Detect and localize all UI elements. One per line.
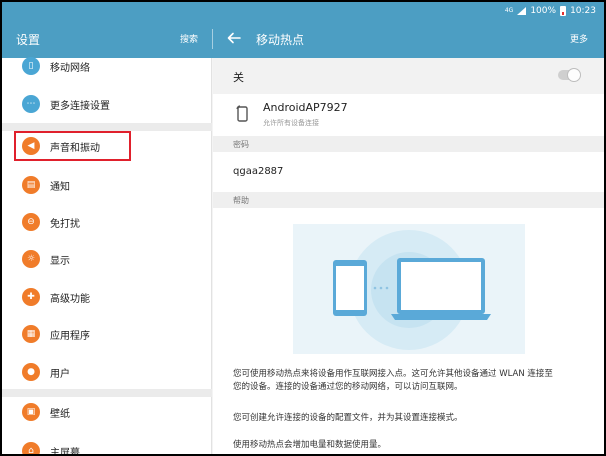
users-icon: ● <box>22 363 40 381</box>
page-title: 设置 <box>16 33 41 47</box>
password-value[interactable]: qgaa2887 <box>233 166 283 177</box>
hotspot-switch[interactable] <box>558 68 581 82</box>
network-name-row[interactable]: AndroidAP7927 允许所有设备连接 <box>213 94 604 136</box>
search-button[interactable]: 搜索 <box>180 32 198 45</box>
sidebar-item-label: 应用程序 <box>50 331 90 342</box>
more-connections-icon: ⋯ <box>22 95 40 113</box>
section-label: 密码 <box>233 140 249 149</box>
sidebar-item-label: 用户 <box>50 369 70 380</box>
wallpaper-icon: ▣ <box>22 403 40 421</box>
sidebar-item-notifications[interactable]: ▤ 通知 <box>2 168 212 202</box>
network-description: 允许所有设备连接 <box>263 119 319 127</box>
mobile-network-icon: ▯ <box>22 57 40 75</box>
advanced-features-icon: ✚ <box>22 288 40 306</box>
password-header: 密码 <box>213 136 604 152</box>
network-name: AndroidAP7927 <box>263 101 348 114</box>
signal-label: 4G <box>504 7 514 14</box>
help-header: 帮助 <box>213 192 604 208</box>
highlight-box <box>14 131 131 161</box>
sidebar-item-label: 高级功能 <box>50 294 90 305</box>
settings-screen: 4G 100% 10:23 设置 搜索 移动热点 更多 ▯ 移动网络 ⋯ 更多连… <box>2 2 604 454</box>
display-icon: ☼ <box>22 250 40 268</box>
app-bar-divider <box>212 29 213 49</box>
sidebar-item-home-screen[interactable]: ⌂ 主屏幕 <box>2 434 212 454</box>
sidebar-item-wallpaper[interactable]: ▣ 壁纸 <box>2 395 212 429</box>
hotspot-illustration-graphic <box>333 230 491 350</box>
subpage-title: 移动热点 <box>256 33 305 47</box>
sidebar-item-more-connections[interactable]: ⋯ 更多连接设置 <box>2 87 212 121</box>
sidebar-item-label: 更多连接设置 <box>50 101 110 112</box>
more-button[interactable]: 更多 <box>570 32 588 45</box>
help-paragraph-2: 您可创建允许连接的设备的配置文件，并为其设置连接模式。 <box>233 413 463 423</box>
hotspot-device-icon <box>236 105 248 122</box>
sidebar-item-do-not-disturb[interactable]: ⊖ 免打扰 <box>2 205 212 239</box>
help-paragraph-3: 使用移动热点会增加电量和数据使用量。 <box>233 440 387 450</box>
sidebar-item-label: 壁纸 <box>50 409 70 420</box>
sidebar-item-label: 免打扰 <box>50 219 80 230</box>
hotspot-toggle-row[interactable]: 关 <box>213 58 604 94</box>
sidebar-item-label: 显示 <box>50 256 70 267</box>
battery-percent: 100% <box>530 6 557 16</box>
status-bar: 4G 100% 10:23 <box>2 2 604 20</box>
settings-sidebar: ▯ 移动网络 ⋯ 更多连接设置 ◀ 声音和振动 ▤ 通知 ⊖ 免打扰 ☼ 显示 … <box>2 57 212 454</box>
sidebar-item-display[interactable]: ☼ 显示 <box>2 242 212 276</box>
hotspot-illustration <box>293 224 525 354</box>
help-paragraph-1: 您可使用移动热点来将设备用作互联网接入点。这可允许其他设备通过 WLAN 连接至… <box>233 368 593 394</box>
apps-icon: ▦ <box>22 325 40 343</box>
sidebar-item-label: 移动网络 <box>50 63 90 74</box>
sidebar-item-users[interactable]: ● 用户 <box>2 355 212 389</box>
toggle-label: 关 <box>233 71 244 84</box>
hotspot-panel: 关 AndroidAP7927 允许所有设备连接 密码 qgaa2887 帮助 <box>213 58 604 454</box>
notification-icon: ▤ <box>22 176 40 194</box>
sidebar-item-mobile-network[interactable]: ▯ 移动网络 <box>2 49 212 83</box>
home-screen-icon: ⌂ <box>22 442 40 454</box>
signal-icon <box>517 7 527 15</box>
sidebar-item-apps[interactable]: ▦ 应用程序 <box>2 317 212 351</box>
help-line: 您的设备。连接的设备通过您的移动网络，可以访问互联网。 <box>233 382 463 392</box>
battery-icon <box>560 6 567 16</box>
sidebar-item-advanced-features[interactable]: ✚ 高级功能 <box>2 280 212 314</box>
section-label: 帮助 <box>233 196 249 205</box>
help-line: 您可使用移动热点来将设备用作互联网接入点。这可允许其他设备通过 WLAN 连接至 <box>233 369 553 379</box>
back-arrow-icon[interactable] <box>226 30 242 46</box>
sidebar-item-label: 通知 <box>50 182 70 193</box>
clock: 10:23 <box>570 6 596 16</box>
do-not-disturb-icon: ⊖ <box>22 213 40 231</box>
sidebar-item-label: 主屏幕 <box>50 448 80 454</box>
switch-knob <box>567 68 581 82</box>
